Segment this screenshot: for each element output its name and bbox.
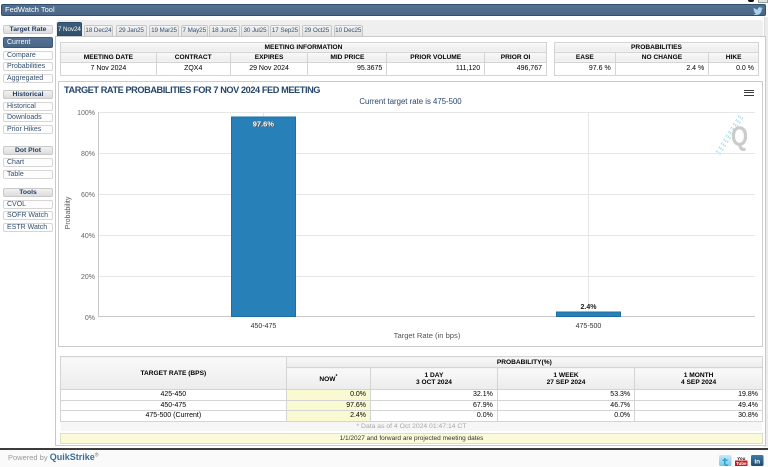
svg-text:2.4%: 2.4% [581,304,598,311]
svg-text:100%: 100% [77,110,95,117]
svg-text:450-475: 450-475 [251,323,277,330]
svg-text:in: in [754,459,760,466]
svg-text:475-500: 475-500 [576,323,602,330]
svg-text:Q: Q [731,121,748,152]
svg-text:You: You [737,456,745,461]
svg-text:Target Rate (in bps): Target Rate (in bps) [394,331,461,340]
svg-text:Probability: Probability [65,196,72,229]
svg-text:40%: 40% [81,233,95,240]
svg-text:80%: 80% [81,151,95,158]
svg-text:0%: 0% [85,315,95,322]
svg-text:20%: 20% [81,274,95,281]
svg-text:97.6%: 97.6% [253,120,275,129]
svg-text:Tube: Tube [736,461,747,466]
svg-text:60%: 60% [81,192,95,199]
